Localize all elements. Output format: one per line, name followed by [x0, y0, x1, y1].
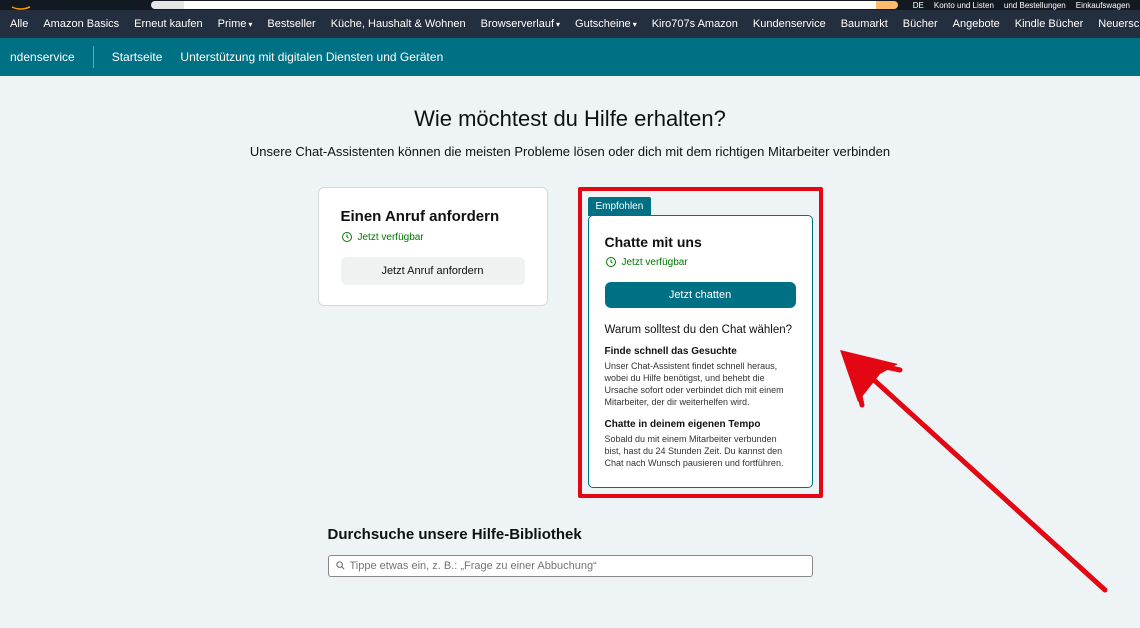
nav-prime[interactable]: Prime▾ [218, 18, 253, 30]
chat-status-text: Jetzt verfügbar [622, 257, 688, 268]
subnav-kundenservice[interactable]: ndenservice [10, 50, 75, 64]
call-status-text: Jetzt verfügbar [358, 232, 424, 243]
search-bar[interactable] [151, 1, 898, 9]
page-subtitle: Unsere Chat-Assistenten können die meist… [0, 144, 1140, 159]
chat-card-highlight: Empfohlen Chatte mit uns Jetzt verfügbar… [578, 187, 823, 498]
help-library-search: Durchsuche unsere Hilfe-Bibliothek [328, 526, 813, 577]
nav-baumarkt[interactable]: Baumarkt [841, 18, 888, 30]
orders-link[interactable]: und Bestellungen [1004, 1, 1066, 10]
search-input[interactable] [184, 1, 876, 9]
nav-angebote[interactable]: Angebote [953, 18, 1000, 30]
clock-icon [341, 231, 353, 243]
nav-neu[interactable]: Neuerscheinungen [1098, 18, 1140, 30]
benefit-2-text: Sobald du mit einem Mitarbeiter verbunde… [605, 433, 796, 469]
clock-icon [605, 256, 617, 268]
request-call-card: Einen Anruf anfordern Jetzt verfügbar Je… [318, 187, 548, 306]
help-options-row: Einen Anruf anfordern Jetzt verfügbar Je… [0, 187, 1140, 498]
main-content: Wie möchtest du Hilfe erhalten? Unsere C… [0, 76, 1140, 577]
start-chat-button[interactable]: Jetzt chatten [605, 282, 796, 308]
benefit-2-title: Chatte in deinem eigenen Tempo [605, 419, 796, 430]
nav-kundenservice[interactable]: Kundenservice [753, 18, 826, 30]
page-title: Wie möchtest du Hilfe erhalten? [0, 106, 1140, 132]
nav-kindle[interactable]: Kindle Bücher [1015, 18, 1084, 30]
nav-amazon-basics[interactable]: Amazon Basics [43, 18, 119, 30]
top-header: DE Konto und Listen und Bestellungen Ein… [0, 0, 1140, 10]
nav-all[interactable]: Alle [10, 18, 28, 30]
subnav-startseite[interactable]: Startseite [112, 50, 163, 64]
nav-kueche[interactable]: Küche, Haushalt & Wohnen [331, 18, 466, 30]
divider [93, 46, 94, 68]
chevron-down-icon: ▾ [633, 20, 637, 29]
nav-my-amazon[interactable]: Kiro707s Amazon [652, 18, 738, 30]
chat-why-title: Warum solltest du den Chat wählen? [605, 324, 796, 336]
chat-card: Chatte mit uns Jetzt verfügbar Jetzt cha… [588, 215, 813, 488]
cart-link[interactable]: Einkaufswagen [1076, 1, 1130, 10]
benefit-1-title: Finde schnell das Gesuchte [605, 346, 796, 357]
search-button[interactable] [876, 1, 898, 9]
subnav-digital-support[interactable]: Unterstützung mit digitalen Diensten und… [180, 50, 443, 64]
benefit-1-text: Unser Chat-Assistent findet schnell hera… [605, 360, 796, 409]
recommended-badge: Empfohlen [588, 197, 652, 216]
chevron-down-icon: ▾ [556, 20, 560, 29]
chat-card-title: Chatte mit uns [605, 234, 796, 250]
help-sub-nav: ndenservice Startseite Unterstützung mit… [0, 38, 1140, 76]
deliver-to[interactable] [66, 1, 136, 9]
account-lists[interactable]: Konto und Listen [934, 1, 994, 10]
nav-bestseller[interactable]: Bestseller [267, 18, 315, 30]
chat-status: Jetzt verfügbar [605, 256, 796, 268]
search-library-input[interactable] [350, 560, 806, 572]
nav-buecher[interactable]: Bücher [903, 18, 938, 30]
chevron-down-icon: ▾ [248, 20, 252, 29]
lang-selector[interactable]: DE [913, 1, 924, 10]
request-call-button[interactable]: Jetzt Anruf anfordern [341, 257, 525, 285]
nav-gutscheine[interactable]: Gutscheine▾ [575, 18, 637, 30]
call-card-title: Einen Anruf anfordern [341, 208, 525, 225]
search-library-input-wrap[interactable] [328, 555, 813, 577]
call-status: Jetzt verfügbar [341, 231, 525, 243]
search-icon [335, 560, 346, 571]
search-category-dropdown[interactable] [151, 1, 184, 9]
search-library-title: Durchsuche unsere Hilfe-Bibliothek [328, 526, 813, 543]
nav-erneut-kaufen[interactable]: Erneut kaufen [134, 18, 203, 30]
main-nav: Alle Amazon Basics Erneut kaufen Prime▾ … [0, 10, 1140, 38]
nav-browserverlauf[interactable]: Browserverlauf▾ [481, 18, 560, 30]
amazon-logo[interactable] [10, 1, 60, 9]
